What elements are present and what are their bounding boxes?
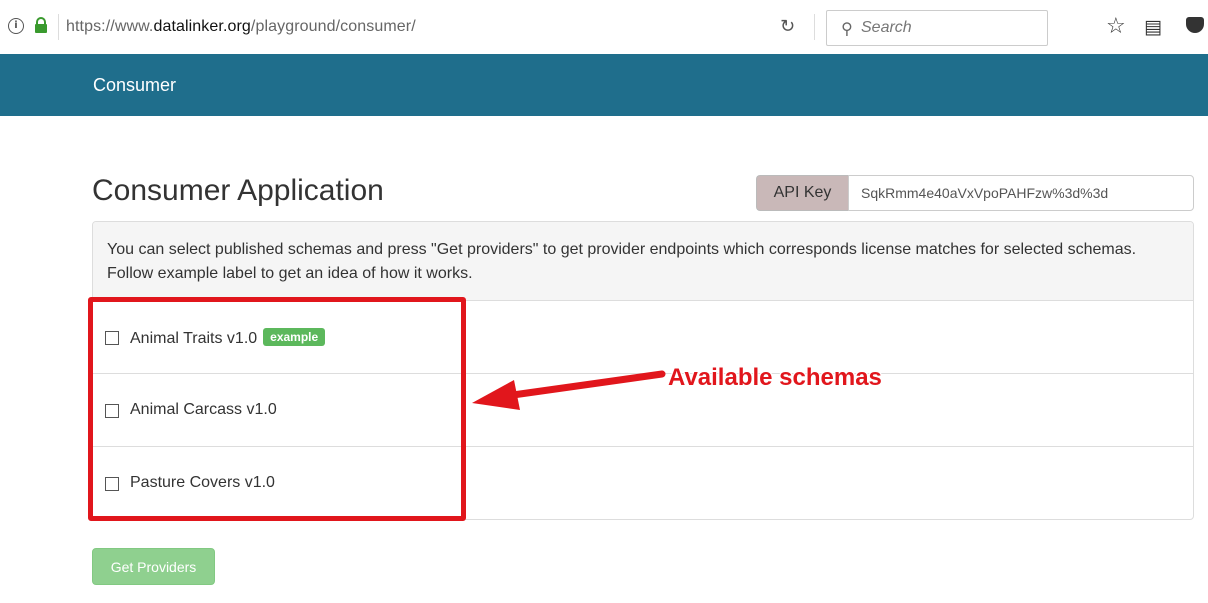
- pocket-icon[interactable]: [1186, 17, 1204, 33]
- info-icon[interactable]: i: [8, 18, 24, 34]
- get-providers-button[interactable]: Get Providers: [92, 548, 215, 585]
- url-input[interactable]: https://www.datalinker.org/playground/co…: [66, 18, 416, 36]
- api-key-input[interactable]: [848, 175, 1194, 211]
- browser-search-input[interactable]: ⚲ Search: [826, 10, 1048, 46]
- url-host: datalinker.org: [153, 18, 251, 35]
- browser-address-bar: i https://www.datalinker.org/playground/…: [0, 0, 1208, 54]
- annotation-label: Available schemas: [668, 364, 882, 391]
- search-icon: ⚲: [841, 19, 853, 38]
- page-title: Consumer Application: [92, 174, 384, 207]
- bookmark-star-icon[interactable]: ☆: [1106, 14, 1126, 39]
- api-key-group: API Key: [756, 175, 1194, 211]
- annotation-highlight-box: [88, 297, 466, 521]
- url-path: /playground/consumer/: [250, 18, 416, 35]
- panel-description: You can select published schemas and pre…: [93, 222, 1193, 301]
- reload-icon[interactable]: ↻: [780, 16, 795, 37]
- search-placeholder: Search: [861, 19, 912, 36]
- url-prefix: https://www.: [66, 18, 154, 35]
- api-key-label: API Key: [756, 175, 848, 211]
- lock-icon: [35, 17, 47, 33]
- annotation-arrow: [472, 370, 666, 410]
- toolbar-separator: [814, 14, 815, 40]
- url-separator: [58, 14, 59, 40]
- reading-list-icon[interactable]: ▤: [1144, 16, 1162, 38]
- top-navbar: Consumer: [0, 54, 1208, 116]
- navbar-brand[interactable]: Consumer: [93, 75, 176, 96]
